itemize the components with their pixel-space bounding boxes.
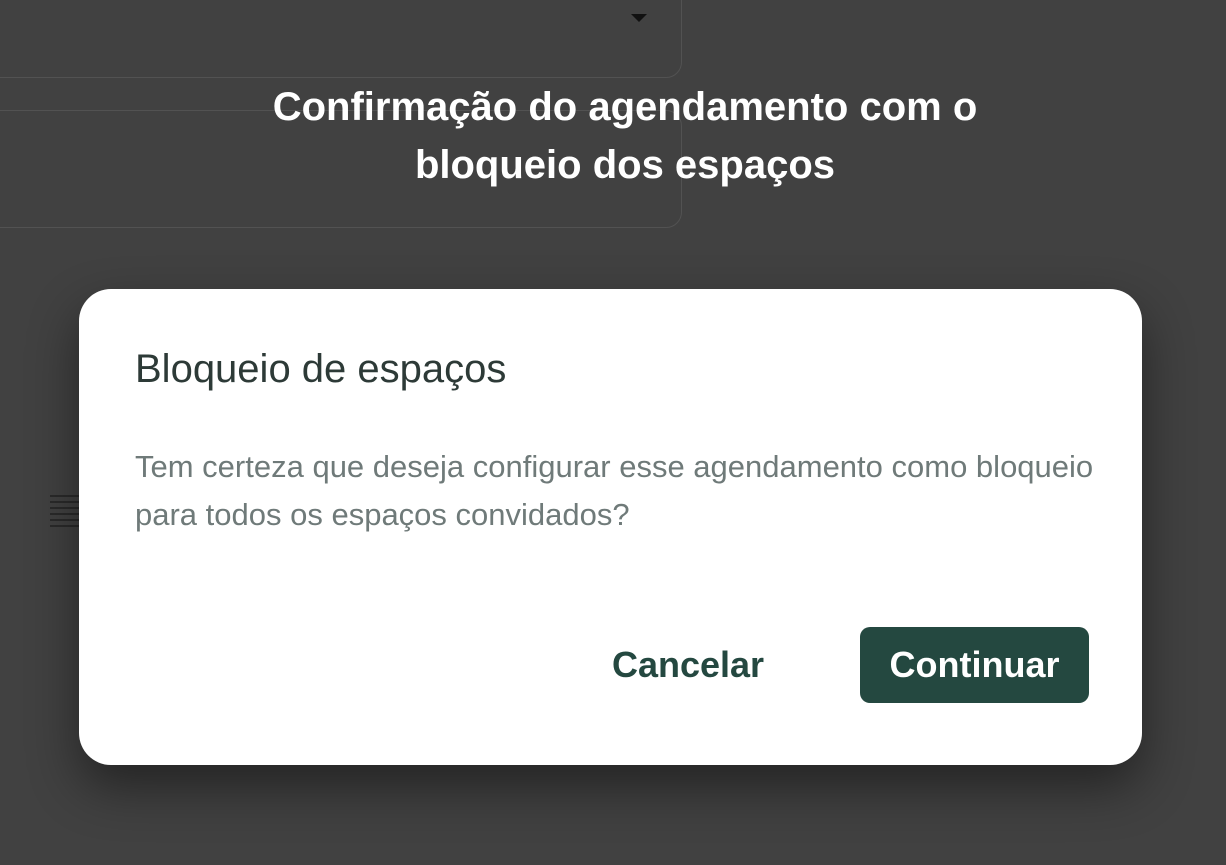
text-lines-icon	[50, 495, 80, 527]
background-dropdown[interactable]	[0, 0, 682, 78]
background-title: Confirmação do agendamento com o bloquei…	[272, 85, 978, 187]
chevron-down-icon[interactable]	[631, 14, 647, 22]
continue-button[interactable]: Continuar	[860, 627, 1089, 703]
dialog-message: Tem certeza que deseja configurar esse a…	[135, 449, 1094, 532]
cancel-button[interactable]: Cancelar	[591, 627, 785, 703]
dialog-title: Bloqueio de espaços	[135, 347, 507, 391]
screen: Confirmação do agendamento com o bloquei…	[0, 0, 1226, 865]
block-spaces-dialog: Bloqueio de espaços Tem certeza que dese…	[79, 289, 1142, 765]
